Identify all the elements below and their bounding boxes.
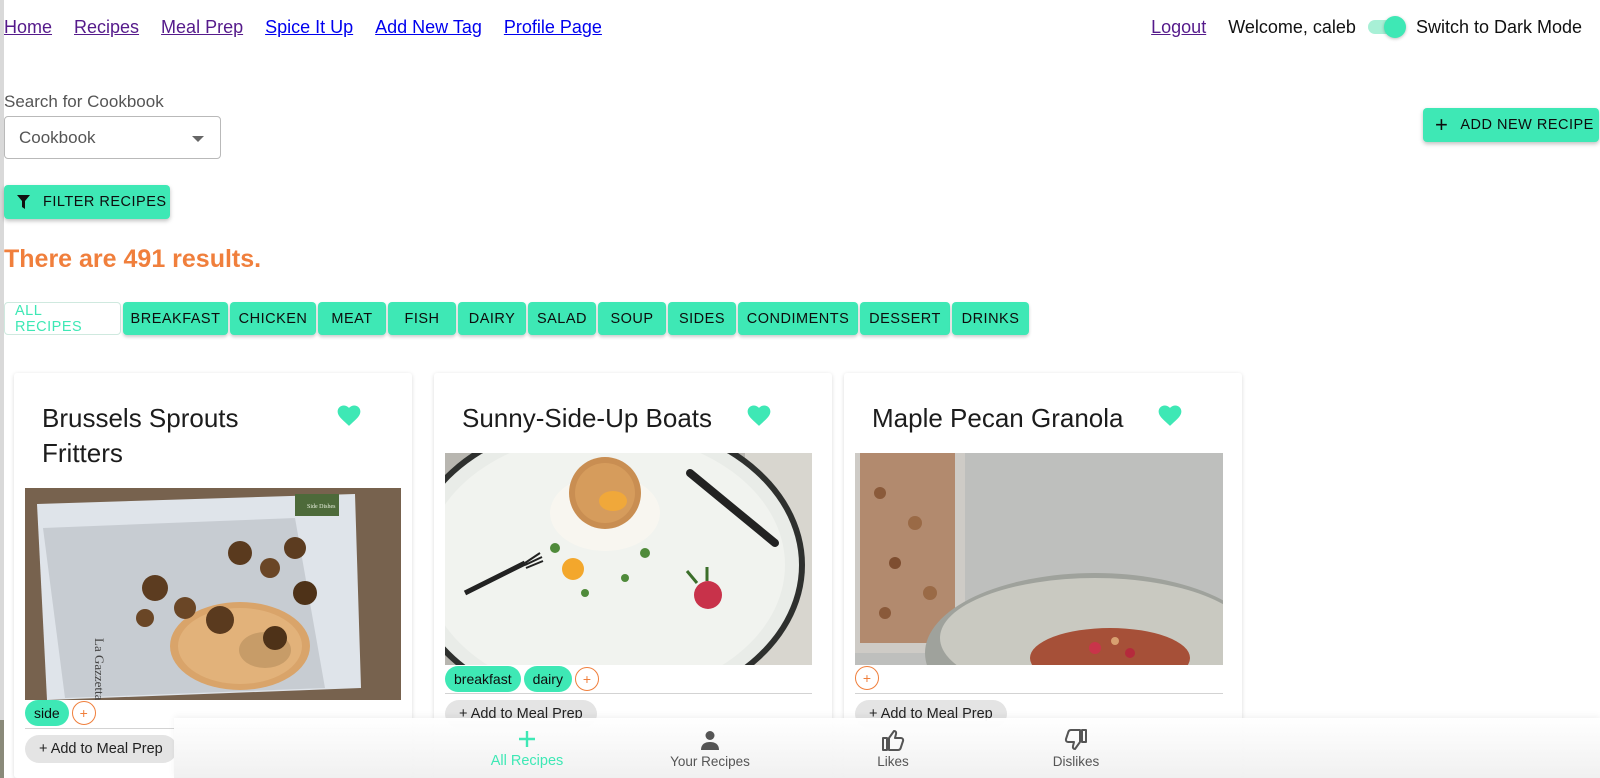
nav-links: Home Recipes Meal Prep Spice It Up Add N…: [4, 17, 602, 38]
category-tabs: ALL RECIPES BREAKFAST CHICKEN MEAT FISH …: [4, 302, 1029, 335]
dark-mode-toggle[interactable]: [1366, 15, 1406, 39]
fritters-photo: Side Dishes La Gazzetta: [25, 488, 401, 700]
tab-drinks[interactable]: DRINKS: [952, 302, 1029, 335]
tab-fish[interactable]: FISH: [388, 302, 456, 335]
add-to-meal-prep-button[interactable]: + Add to Meal Prep: [25, 735, 177, 763]
nav-user-area: Logout Welcome, caleb Switch to Dark Mod…: [1151, 15, 1582, 39]
tab-dairy[interactable]: DAIRY: [458, 302, 526, 335]
granola-photo: [855, 453, 1223, 665]
plus-icon: [515, 727, 539, 751]
nav-link-recipes[interactable]: Recipes: [74, 17, 139, 38]
thumb-up-icon: [881, 728, 905, 752]
tab-condiments[interactable]: CONDIMENTS: [738, 302, 858, 335]
welcome-text: Welcome, caleb: [1228, 16, 1356, 37]
nav-link-add-new-tag[interactable]: Add New Tag: [375, 17, 482, 38]
toggle-thumb: [1383, 16, 1406, 38]
add-tag-button[interactable]: +: [71, 701, 96, 725]
tag-chip[interactable]: side: [25, 700, 69, 726]
nav-link-profile-page[interactable]: Profile Page: [504, 17, 602, 38]
chevron-down-icon: [192, 136, 204, 142]
bottom-navigation: All Recipes Your Recipes Likes Dislikes: [174, 718, 1600, 778]
window-edge: [0, 0, 4, 778]
plus-icon: +: [1435, 112, 1449, 137]
tab-sides[interactable]: SIDES: [668, 302, 736, 335]
filter-recipes-button[interactable]: FILTER RECIPES: [4, 185, 170, 219]
tab-breakfast[interactable]: BREAKFAST: [123, 302, 228, 335]
bottom-nav-dislikes[interactable]: Dislikes: [1006, 718, 1146, 778]
recipe-tags: side +: [25, 700, 96, 726]
bottom-nav-label: Your Recipes: [670, 753, 750, 769]
add-new-recipe-label: ADD NEW RECIPE: [1460, 117, 1594, 133]
search-label: Search for Cookbook: [4, 92, 164, 111]
logout-link[interactable]: Logout: [1151, 17, 1206, 38]
thumb-down-icon: [1064, 728, 1088, 752]
filter-icon: [17, 195, 30, 209]
heart-icon[interactable]: [336, 403, 362, 427]
top-nav: Home Recipes Meal Prep Spice It Up Add N…: [4, 16, 1600, 38]
results-count: There are 491 results.: [4, 245, 262, 273]
add-tag-button[interactable]: +: [574, 667, 599, 691]
dark-mode-label: Switch to Dark Mode: [1415, 16, 1582, 37]
recipe-image[interactable]: [855, 453, 1223, 665]
tag-chip[interactable]: breakfast: [445, 666, 521, 692]
bottom-nav-label: Dislikes: [1052, 753, 1100, 769]
filter-recipes-label: FILTER RECIPES: [43, 194, 167, 210]
svg-text:Side Dishes: Side Dishes: [307, 504, 336, 510]
recipe-title: Maple Pecan Granola: [872, 403, 1124, 433]
bottom-nav-all-recipes[interactable]: All Recipes: [457, 718, 597, 778]
recipe-title: Sunny-Side-Up Boats: [462, 403, 713, 433]
heart-icon[interactable]: [746, 403, 772, 427]
tab-all-recipes[interactable]: ALL RECIPES: [4, 302, 121, 335]
tab-dessert[interactable]: DESSERT: [860, 302, 950, 335]
card-divider: [445, 693, 812, 694]
bottom-nav-label: All Recipes: [490, 753, 564, 769]
nav-link-home[interactable]: Home: [4, 17, 52, 38]
recipe-tags: +: [855, 666, 879, 690]
tag-chip[interactable]: dairy: [523, 666, 572, 692]
person-icon: [698, 728, 722, 752]
bottom-nav-your-recipes[interactable]: Your Recipes: [640, 718, 780, 778]
svg-text:La Gazzetta: La Gazzetta: [92, 638, 107, 700]
card-divider: [855, 693, 1223, 694]
recipe-image[interactable]: [445, 453, 812, 665]
add-new-recipe-button[interactable]: + ADD NEW RECIPE: [1423, 108, 1599, 142]
nav-link-meal-prep[interactable]: Meal Prep: [161, 17, 243, 38]
bottom-nav-likes[interactable]: Likes: [823, 718, 963, 778]
recipe-tags: breakfast dairy +: [445, 666, 599, 692]
cookbook-select-value: Cookbook: [19, 127, 96, 147]
tab-chicken[interactable]: CHICKEN: [230, 302, 316, 335]
bottom-nav-label: Likes: [877, 753, 909, 769]
tab-salad[interactable]: SALAD: [528, 302, 596, 335]
heart-icon[interactable]: [1157, 403, 1183, 427]
nav-link-spice-it-up[interactable]: Spice It Up: [265, 17, 353, 38]
cookbook-select[interactable]: Cookbook: [4, 116, 221, 159]
recipe-image[interactable]: Side Dishes La Gazzetta: [25, 488, 401, 700]
recipe-title: Brussels Sprouts Fritters: [42, 403, 239, 468]
tab-soup[interactable]: SOUP: [598, 302, 666, 335]
tab-meat[interactable]: MEAT: [318, 302, 386, 335]
add-tag-button[interactable]: +: [855, 666, 879, 690]
sunny-side-up-photo: [445, 453, 812, 665]
